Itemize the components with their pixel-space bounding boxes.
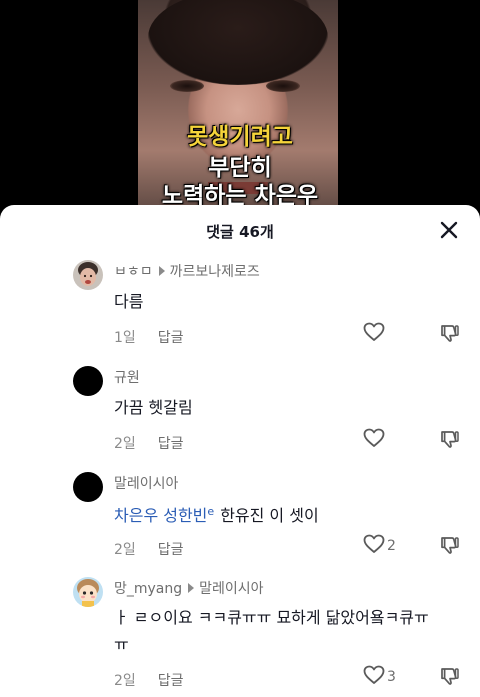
cartoon-avatar[interactable] bbox=[73, 577, 103, 607]
comment-username[interactable]: 말레이시아 bbox=[114, 473, 178, 493]
comment-text: 다름 bbox=[114, 292, 144, 311]
comment-meta: 2일 답글 bbox=[114, 539, 184, 559]
comment-meta: 2일 답글 bbox=[114, 670, 184, 690]
comment-username[interactable]: ㅂㅎㅁ 까르보나제로즈 bbox=[114, 261, 260, 281]
comment-username[interactable]: 망_myang 말레이시아 bbox=[114, 578, 264, 598]
comment-text: 가끔 헷갈림 bbox=[114, 398, 193, 417]
mention-link[interactable]: 차은우 성한빈 bbox=[114, 506, 207, 525]
reply-button[interactable]: 답글 bbox=[158, 330, 184, 346]
photo-avatar[interactable] bbox=[73, 260, 103, 290]
comment-time: 2일 bbox=[114, 542, 136, 558]
comment-count-title: 댓글 46개 bbox=[206, 223, 274, 241]
comment-text-line1: ㅏ ㄹㅇ이요 ㅋㅋ큐ㅠㅠ 묘하게 닮았어욬ㅋ큐ㅠ bbox=[114, 608, 429, 627]
video-caption-line1: 못생기려고 bbox=[187, 124, 293, 150]
comment-text: 차은우 성한빈𝖾 한유진 이 셋이 bbox=[114, 498, 464, 529]
comment-sheet: 댓글 46개 ㅂㅎㅁ 까르보나제로즈 다름 1일 답글 규원 가끔 헷갈림 2일… bbox=[0, 205, 480, 697]
heart-icon bbox=[363, 428, 385, 452]
reply-to-username: 까르보나제로즈 bbox=[169, 264, 260, 280]
comment-text-rest: 한유진 이 셋이 bbox=[220, 506, 319, 525]
thumbs-down-icon[interactable] bbox=[440, 535, 460, 559]
reply-button[interactable]: 답글 bbox=[158, 542, 184, 558]
comment-time: 2일 bbox=[114, 673, 136, 689]
comment-text-line2: ㅠ bbox=[114, 635, 129, 654]
comment-sheet-header: 댓글 46개 bbox=[0, 205, 480, 255]
reply-button[interactable]: 답글 bbox=[158, 673, 184, 689]
search-icon[interactable]: 𝖾 bbox=[207, 505, 214, 518]
thumbs-down-icon[interactable] bbox=[440, 323, 460, 347]
comment-meta: 2일 답글 bbox=[114, 433, 184, 453]
like-button[interactable]: 3 bbox=[363, 665, 396, 689]
video-eye-left bbox=[170, 80, 204, 92]
like-count: 3 bbox=[387, 669, 396, 685]
video-eye-right bbox=[266, 80, 300, 92]
heart-icon bbox=[363, 322, 385, 346]
reply-arrow-icon bbox=[158, 266, 165, 276]
like-button[interactable] bbox=[363, 322, 387, 346]
video-player[interactable]: 못생기려고 부단히 노력하는 차은우 bbox=[0, 0, 480, 215]
like-button[interactable] bbox=[363, 428, 387, 452]
comment-username[interactable]: 규원 bbox=[114, 367, 140, 387]
video-hair bbox=[148, 0, 328, 85]
comment-meta: 1일 답글 bbox=[114, 327, 184, 347]
like-count: 2 bbox=[387, 538, 396, 554]
close-icon[interactable] bbox=[438, 219, 460, 241]
username-text: 말레이시아 bbox=[114, 476, 179, 492]
like-button[interactable]: 2 bbox=[363, 534, 396, 558]
heart-icon bbox=[363, 665, 385, 689]
comment-time: 2일 bbox=[114, 436, 136, 452]
comment-time: 1일 bbox=[114, 330, 136, 346]
black-avatar[interactable] bbox=[73, 366, 103, 396]
black-avatar[interactable] bbox=[73, 472, 103, 502]
username-text: 규원 bbox=[114, 370, 140, 386]
comment-text: ㅏ ㄹㅇ이요 ㅋㅋ큐ㅠㅠ 묘하게 닮았어욬ㅋ큐ㅠ ㅠ bbox=[114, 604, 464, 658]
thumbs-down-icon[interactable] bbox=[440, 429, 460, 453]
thumbs-down-icon[interactable] bbox=[440, 666, 460, 690]
reply-arrow-icon bbox=[188, 583, 195, 593]
reply-button[interactable]: 답글 bbox=[158, 436, 184, 452]
username-text: ㅂㅎㅁ bbox=[114, 264, 153, 280]
username-text: 망_myang bbox=[114, 581, 183, 597]
reply-to-username: 말레이시아 bbox=[199, 581, 264, 597]
heart-icon bbox=[363, 534, 385, 558]
